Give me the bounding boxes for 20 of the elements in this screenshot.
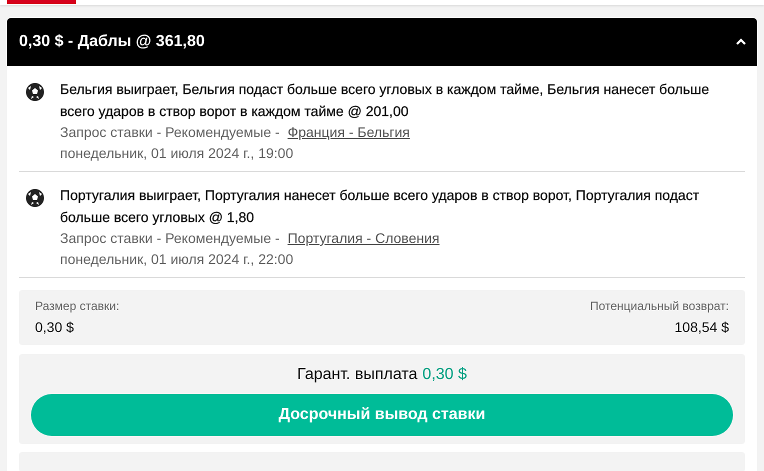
match-link[interactable]: Португалия - Словения — [288, 230, 440, 246]
stake-label: Размер ставки: — [35, 299, 120, 313]
match-date: понедельник, 01 июля 2024 г., 22:00 — [60, 250, 294, 269]
bet-title: 0,30 $ - Даблы @ 361,80 — [19, 33, 205, 51]
soccer-ball-icon — [25, 188, 45, 208]
stake-value: 0,30 $ — [35, 319, 75, 335]
active-tab-indicator — [7, 0, 76, 4]
bet-header[interactable]: 0,30 $ - Даблы @ 361,80 — [7, 18, 757, 66]
return-value: 108,54 $ — [674, 319, 729, 335]
guaranteed-label: Гарант. выплата — [297, 366, 418, 384]
guaranteed-value: 0,30 $ — [422, 366, 467, 384]
selection-text: Бельгия выиграет, Бельгия подаст больше всего угловых в каждом тайме, Бельгия нанесет больше всего ударов в створ ворот в каждом тайме @ 201,00 — [60, 80, 710, 121]
match-link[interactable]: Франция - Бельгия — [288, 124, 410, 140]
bet-source: Запрос ставки - Рекомендуемые - — [60, 230, 281, 246]
soccer-ball-icon — [25, 82, 45, 102]
chevron-icon[interactable] — [735, 38, 747, 46]
return-label: Потенциальный возврат: — [590, 299, 729, 313]
match-date: понедельник, 01 июля 2024 г., 19:00 — [60, 144, 294, 163]
selection-text: Португалия выиграет, Португалия нанесет больше всего ударов в створ ворот, Португалия подаст больше всего угловых @ 1,80 — [60, 186, 700, 227]
bet-source: Запрос ставки - Рекомендуемые - — [60, 124, 281, 140]
